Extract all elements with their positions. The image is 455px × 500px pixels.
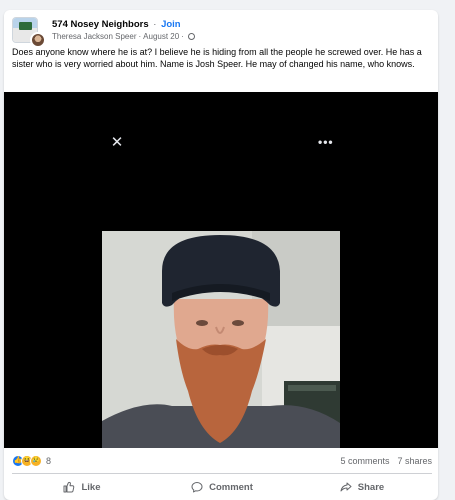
share-label: Share <box>357 481 385 493</box>
like-button[interactable]: Like <box>12 476 152 498</box>
post-photo[interactable] <box>102 231 340 448</box>
engagement-counts: 5 comments 7 shares <box>340 456 432 466</box>
more-options-icon[interactable]: ••• <box>318 136 334 148</box>
separator: · <box>138 31 142 41</box>
post-header: 574 Nosey Neighbors · Join Theresa Jacks… <box>12 16 195 48</box>
separator: · <box>153 18 157 30</box>
share-icon <box>340 482 352 492</box>
post-meta: 574 Nosey Neighbors · Join Theresa Jacks… <box>52 19 195 42</box>
comment-label: Comment <box>209 481 253 493</box>
media-viewer[interactable]: ✕ ••• <box>4 92 438 448</box>
reaction-icons[interactable]: 👍 😆 😢 <box>12 455 42 467</box>
photo-illustration <box>102 231 340 448</box>
comment-button[interactable]: Comment <box>152 476 292 498</box>
thumbs-up-icon <box>63 481 75 493</box>
globe-icon <box>187 32 195 40</box>
author-name[interactable]: Theresa Jackson Speer <box>52 31 137 42</box>
sad-icon: 😢 <box>30 455 42 467</box>
like-label: Like <box>81 481 101 493</box>
reaction-count[interactable]: 8 <box>46 456 51 466</box>
group-name[interactable]: 574 Nosey Neighbors <box>52 19 149 30</box>
share-button[interactable]: Share <box>292 476 432 498</box>
comment-icon <box>191 482 203 493</box>
join-link[interactable]: Join <box>161 19 181 30</box>
action-bar: Like Comment Share <box>12 476 432 498</box>
group-line: 574 Nosey Neighbors · Join <box>52 19 195 31</box>
post-text: Does anyone know where he is at? I belie… <box>12 47 422 69</box>
comments-count[interactable]: 5 comments <box>340 456 389 466</box>
shares-count[interactable]: 7 shares <box>397 456 432 466</box>
divider <box>12 473 432 474</box>
avatar-sign <box>19 22 32 30</box>
reactions-bar: 👍 😆 😢 8 5 comments 7 shares <box>12 454 432 468</box>
post-date[interactable]: August 20 <box>143 31 179 42</box>
separator: · <box>181 31 184 41</box>
close-icon[interactable]: ✕ <box>110 135 124 150</box>
post-card: 574 Nosey Neighbors · Join Theresa Jacks… <box>4 10 438 500</box>
author-line: Theresa Jackson Speer · August 20 · <box>52 31 195 42</box>
